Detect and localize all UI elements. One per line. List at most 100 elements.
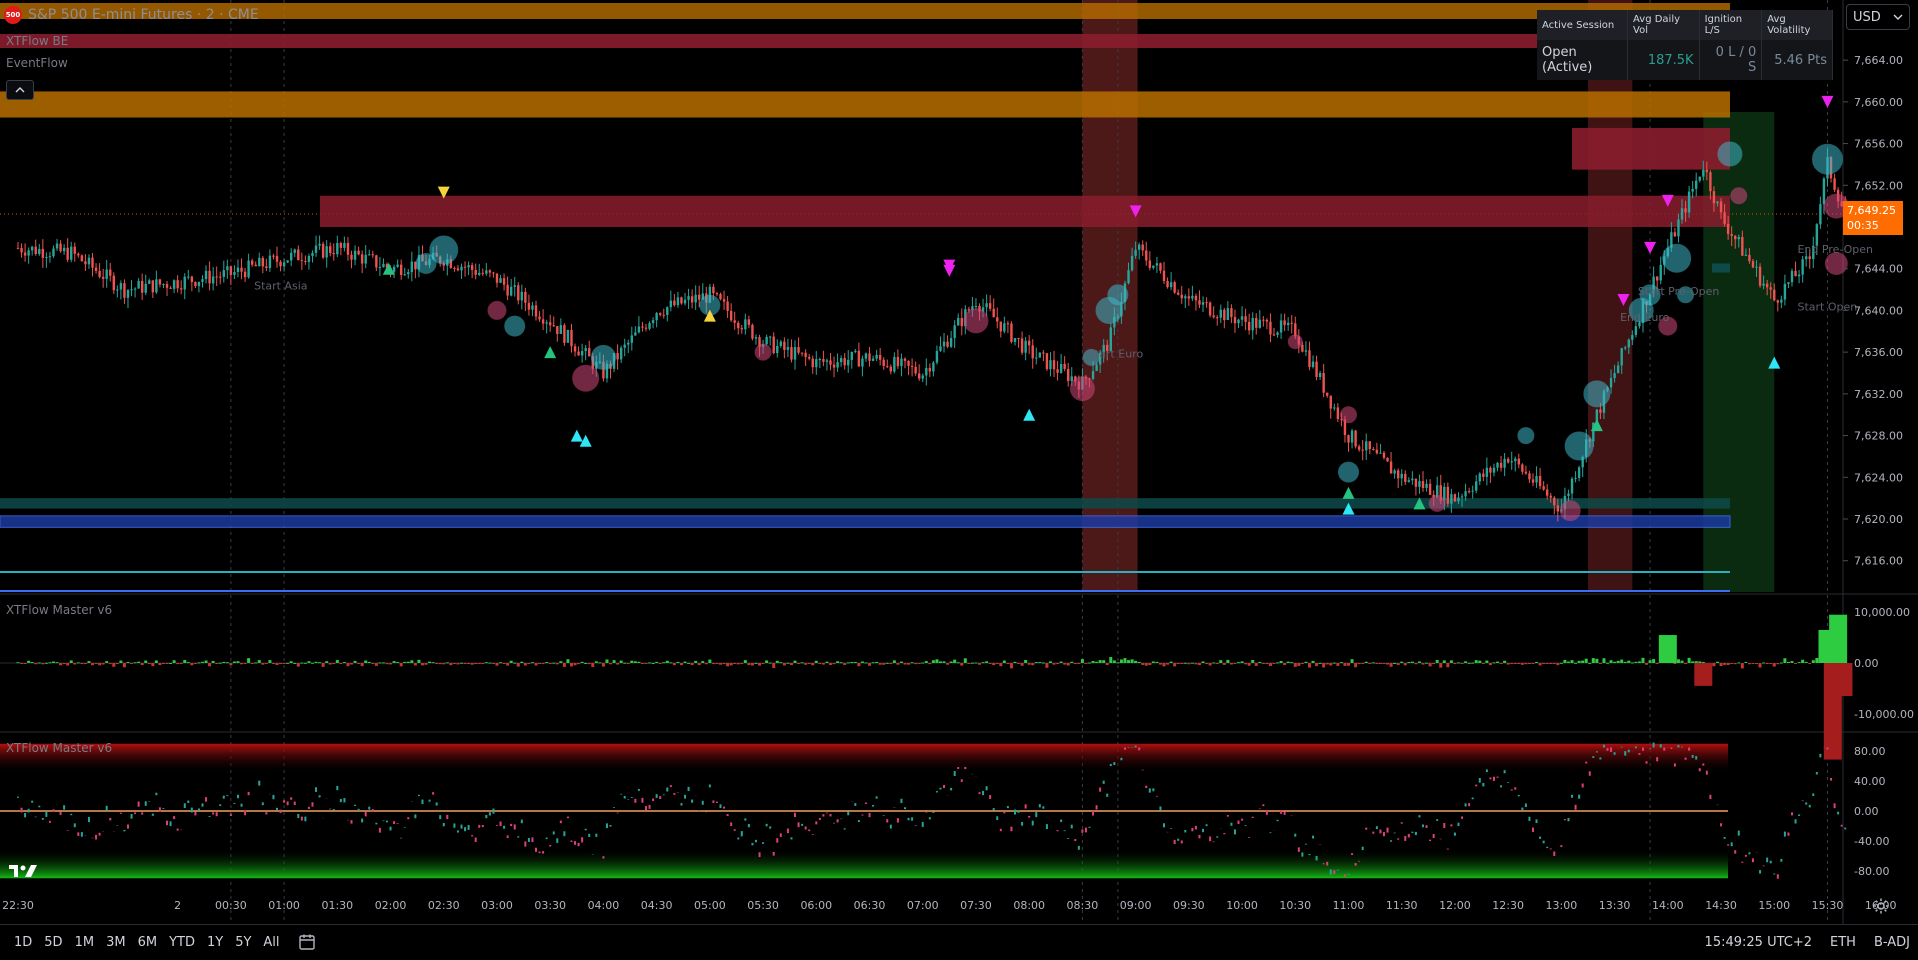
volume-bar: [1251, 659, 1255, 663]
volume-bar: [364, 660, 368, 663]
volume-bubble: [1107, 284, 1129, 306]
candle-body: [804, 352, 807, 358]
open-resistance-zone: [1572, 127, 1730, 170]
candle-body: [66, 247, 69, 260]
symbol-logo[interactable]: 500: [4, 6, 22, 24]
oscillator-tick-label: -40.00: [1854, 835, 1889, 848]
candle-body: [644, 327, 648, 329]
volume-bar: [105, 661, 109, 663]
candle-body: [1180, 294, 1183, 299]
candle-body: [1655, 276, 1659, 281]
candle-body: [62, 247, 66, 252]
candle-body: [1549, 495, 1552, 498]
volume-bar: [218, 662, 222, 664]
symbol-title[interactable]: S&P 500 E-mini Futures · 2 · CME: [28, 7, 259, 23]
adjustment-toggle[interactable]: B-ADJ: [1874, 935, 1910, 950]
candle-body: [1184, 296, 1187, 299]
symbol-header: 500 S&P 500 E-mini Futures · 2 · CME: [0, 5, 259, 25]
candle-body: [1819, 204, 1822, 225]
volume-bar: [789, 663, 793, 666]
volume-bar: [1237, 662, 1241, 664]
volume-bar: [1588, 662, 1592, 664]
volume-bar: [1400, 661, 1404, 663]
candle-body: [265, 266, 268, 268]
oscillator-pane-label[interactable]: XTFlow Master v6: [6, 741, 112, 755]
candle-body: [456, 268, 460, 271]
volume-bar: [931, 660, 935, 663]
range-1m-button[interactable]: 1M: [69, 935, 101, 950]
volume-bar: [509, 660, 513, 663]
volume-bar: [1591, 658, 1595, 663]
candle-body: [187, 276, 190, 278]
candle-body: [1833, 178, 1836, 190]
price-tick-label: 7,616.00: [1854, 555, 1903, 568]
candle-body: [683, 299, 687, 304]
range-ytd-button[interactable]: YTD: [163, 935, 201, 950]
candle-body: [793, 347, 797, 360]
candle-body: [1049, 360, 1052, 370]
candle-body: [1790, 270, 1794, 283]
volume-bar: [825, 661, 829, 663]
volume-bar: [605, 659, 609, 663]
candle-body: [1691, 188, 1694, 192]
candle-body: [27, 250, 30, 256]
volume-bar: [793, 660, 797, 663]
volume-bar: [853, 661, 857, 663]
time-tick-label: 08:30: [1067, 899, 1099, 912]
candle-body: [556, 326, 559, 334]
range-3m-button[interactable]: 3M: [100, 935, 132, 950]
volume-bar: [644, 663, 648, 664]
candle-body: [204, 270, 208, 280]
volume-bar: [41, 663, 45, 665]
candle-body: [1492, 467, 1496, 473]
gear-icon[interactable]: [1872, 897, 1890, 915]
volume-pane-label[interactable]: XTFlow Master v6: [6, 603, 112, 617]
volume-bar: [1105, 663, 1109, 666]
currency-selector[interactable]: USD: [1846, 4, 1910, 30]
last-price: 7,649.25: [1847, 204, 1896, 217]
volume-bar: [318, 662, 322, 664]
volume-bar: [1755, 663, 1759, 664]
indicator-label-xtflow-be[interactable]: XTFlow BE: [6, 34, 68, 48]
volume-bar: [1488, 663, 1492, 666]
chart-canvas[interactable]: Start Asia Start Euro Start Pre-Open End Eu…: [0, 0, 1918, 959]
volume-bar: [1616, 660, 1620, 663]
range-all-button[interactable]: All: [257, 935, 285, 950]
volume-bar: [463, 663, 467, 664]
volume-bar: [1439, 663, 1443, 668]
clock[interactable]: 15:49:25 UTC+2: [1705, 935, 1812, 950]
time-tick-label: 13:30: [1599, 899, 1631, 912]
oscillator-tick-label: 0.00: [1854, 805, 1879, 818]
range-6m-button[interactable]: 6M: [132, 935, 164, 950]
candle-body: [1737, 236, 1740, 240]
volume-bar: [1456, 662, 1460, 664]
candle-body: [1677, 219, 1680, 237]
volume-bar: [307, 661, 311, 663]
candle-body: [1354, 430, 1357, 447]
candle-body: [91, 257, 94, 268]
tradingview-logo[interactable]: [8, 862, 40, 880]
volume-bar: [811, 663, 815, 666]
volume-bar: [1208, 663, 1212, 666]
volume-bar: [587, 663, 591, 665]
candle-body: [1230, 308, 1233, 318]
volume-bar: [750, 663, 754, 666]
range-5d-button[interactable]: 5D: [38, 935, 68, 950]
candle-body: [1556, 505, 1560, 512]
range-5y-button[interactable]: 5Y: [229, 935, 257, 950]
range-1d-button[interactable]: 1D: [8, 935, 38, 950]
volume-bar: [491, 663, 495, 664]
candle-body: [811, 358, 814, 368]
range-1y-button[interactable]: 1Y: [201, 935, 229, 950]
calendar-icon[interactable]: [298, 933, 316, 951]
session-label: End Pre-Open: [1797, 243, 1873, 256]
indicator-label-eventflow[interactable]: EventFlow: [6, 56, 68, 70]
candle-body: [1450, 494, 1453, 504]
time-tick-label: 01:00: [268, 899, 300, 912]
collapse-indicators-button[interactable]: [6, 80, 34, 100]
volume-bar: [1613, 661, 1617, 663]
candle-body: [307, 256, 311, 262]
session-toggle[interactable]: ETH: [1830, 935, 1856, 950]
volume-bar: [981, 662, 985, 664]
volume-bar: [601, 663, 605, 667]
